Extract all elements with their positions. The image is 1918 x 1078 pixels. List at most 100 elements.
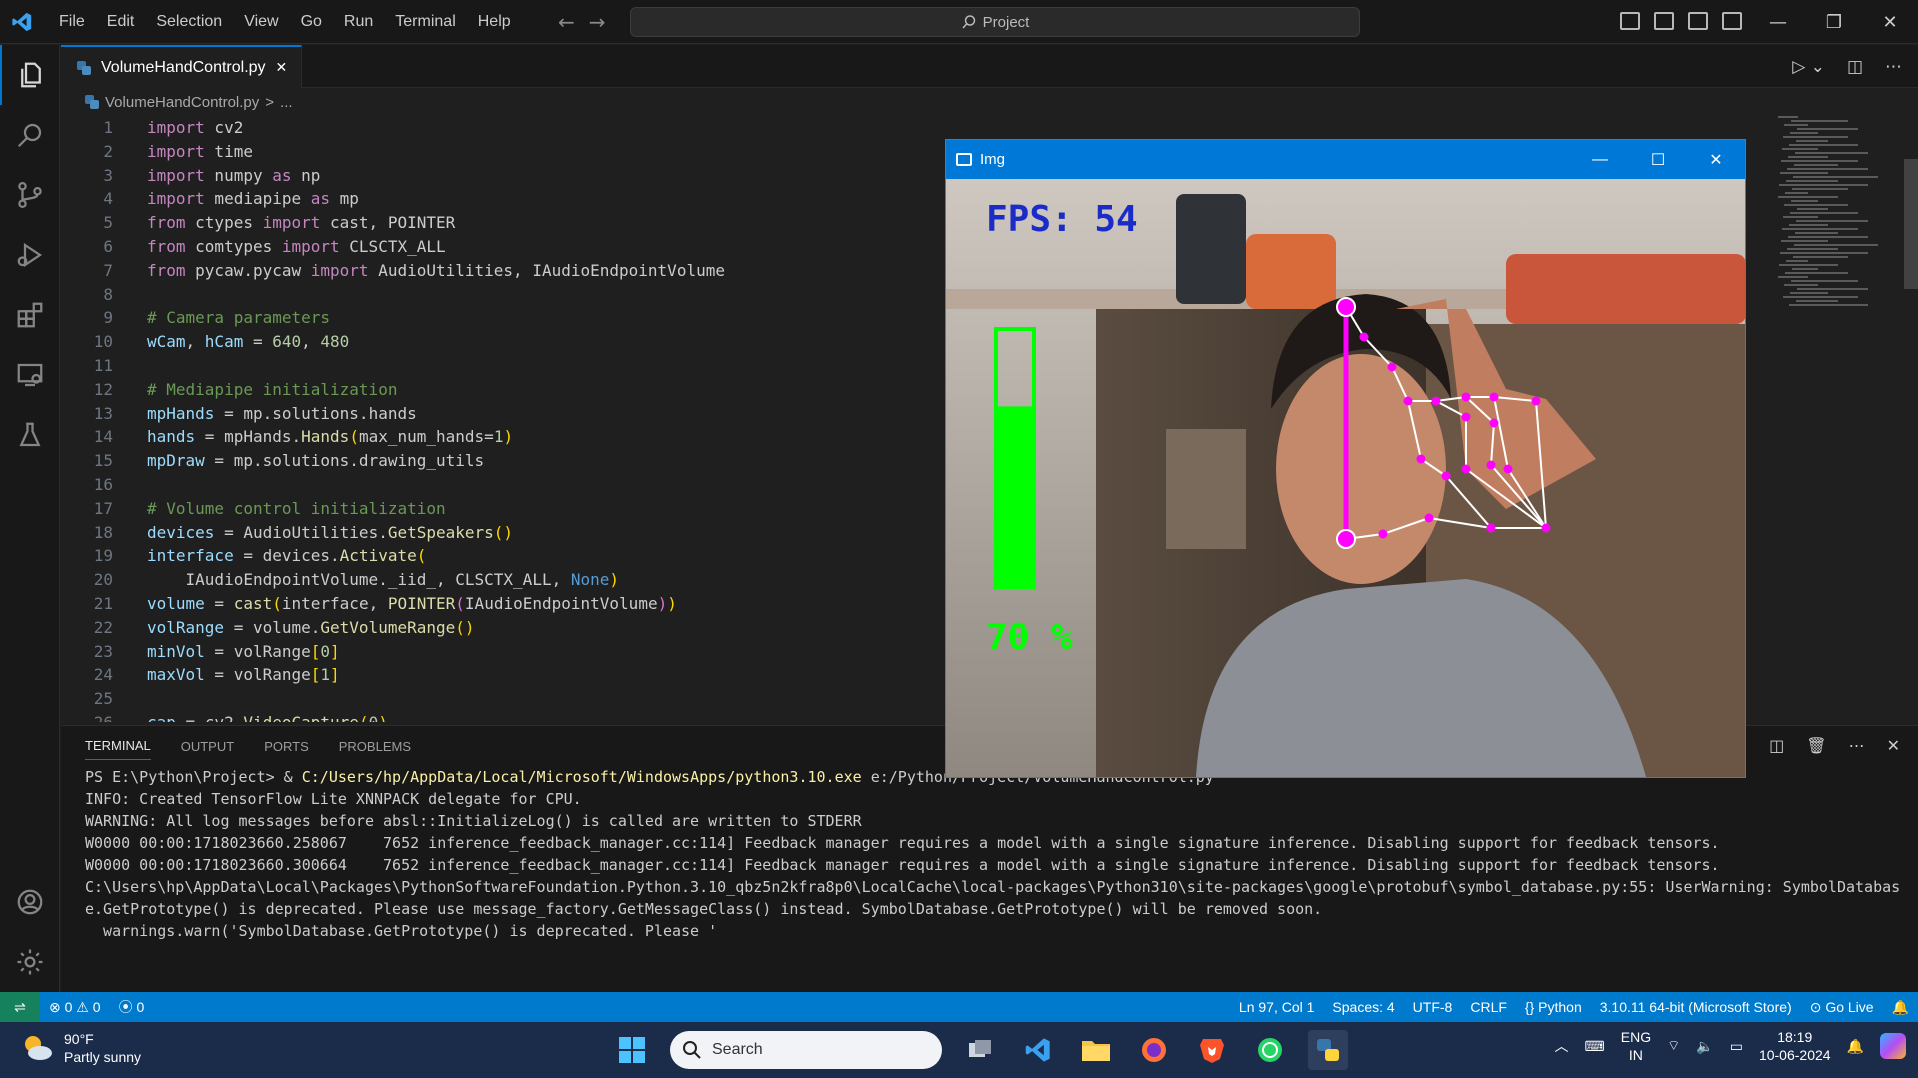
code-line[interactable]: 19 interface = devices.Activate( xyxy=(61,544,941,568)
clock[interactable]: 18:19 10-06-2024 xyxy=(1759,1028,1831,1064)
explorer-icon[interactable] xyxy=(0,45,60,105)
breadcrumb-file[interactable]: VolumeHandControl.py xyxy=(105,94,259,111)
menu-edit[interactable]: Edit xyxy=(96,0,146,44)
menu-file[interactable]: File xyxy=(48,0,96,44)
split-editor-icon[interactable]: ◫ xyxy=(1847,57,1863,77)
settings-gear-icon[interactable] xyxy=(0,932,60,992)
code-line[interactable]: 3 import numpy as np xyxy=(61,164,941,188)
extensions-icon[interactable] xyxy=(0,285,60,345)
panel-tab-ports[interactable]: PORTS xyxy=(264,739,309,754)
close-button[interactable]: ✕ xyxy=(1862,0,1918,44)
editor-scrollbar[interactable] xyxy=(1904,159,1918,289)
firefox-icon[interactable] xyxy=(1134,1030,1174,1070)
code-line[interactable]: 15 mpDraw = mp.solutions.drawing_utils xyxy=(61,449,941,473)
tab-close-icon[interactable]: ✕ xyxy=(276,59,288,76)
code-line[interactable]: 16 xyxy=(61,473,941,497)
minimize-button[interactable]: — xyxy=(1750,0,1806,44)
keyboard-icon[interactable]: ⌨ xyxy=(1585,1038,1605,1055)
code-line[interactable]: 24 maxVol = volRange[1] xyxy=(61,663,941,687)
command-center[interactable]: Project xyxy=(630,7,1360,37)
forward-arrow-icon[interactable]: → xyxy=(589,10,606,34)
tab-volumehandcontrol[interactable]: VolumeHandControl.py ✕ xyxy=(61,45,303,88)
menu-terminal[interactable]: Terminal xyxy=(384,0,466,44)
testing-icon[interactable] xyxy=(0,405,60,465)
code-line[interactable]: 10 wCam, hCam = 640, 480 xyxy=(61,330,941,354)
weather-widget[interactable]: 90°F Partly sunny xyxy=(20,1030,141,1066)
toggle-secondary-sidebar-icon[interactable] xyxy=(1688,12,1708,30)
code-line[interactable]: 18 devices = AudioUtilities.GetSpeakers() xyxy=(61,521,941,545)
cv-maximize-button[interactable]: ☐ xyxy=(1629,140,1687,179)
code-line[interactable]: 22 volRange = volume.GetVolumeRange() xyxy=(61,616,941,640)
whatsapp-icon[interactable] xyxy=(1250,1030,1290,1070)
toggle-sidebar-icon[interactable] xyxy=(1620,12,1640,30)
python-interpreter[interactable]: 3.10.11 64-bit (Microsoft Store) xyxy=(1591,999,1801,1015)
notifications-bell-icon[interactable]: 🔔 xyxy=(1883,999,1918,1016)
run-debug-icon[interactable] xyxy=(0,225,60,285)
toggle-panel-icon[interactable] xyxy=(1654,12,1674,30)
minimap[interactable] xyxy=(1778,116,1888,316)
code-line[interactable]: 6 from comtypes import CLSCTX_ALL xyxy=(61,235,941,259)
code-line[interactable]: 9 # Camera parameters xyxy=(61,306,941,330)
encoding[interactable]: UTF-8 xyxy=(1404,999,1462,1015)
restore-button[interactable]: ❐ xyxy=(1806,0,1862,44)
code-line[interactable]: 8 xyxy=(61,283,941,307)
run-file-icon[interactable]: ▷ ⌄ xyxy=(1792,57,1825,77)
code-line[interactable]: 5 from ctypes import cast, POINTER xyxy=(61,211,941,235)
battery-icon[interactable]: ▭ xyxy=(1730,1038,1743,1055)
accounts-icon[interactable] xyxy=(0,872,60,932)
panel-tab-terminal[interactable]: TERMINAL xyxy=(85,738,151,760)
cursor-position[interactable]: Ln 97, Col 1 xyxy=(1230,999,1324,1015)
language-indicator[interactable]: ENG IN xyxy=(1621,1028,1651,1064)
remote-indicator-icon[interactable]: ⇌ xyxy=(0,992,40,1022)
more-actions-icon[interactable]: ⋯ xyxy=(1885,57,1902,77)
menu-help[interactable]: Help xyxy=(467,0,522,44)
cv-minimize-button[interactable]: — xyxy=(1571,140,1629,179)
brave-icon[interactable] xyxy=(1192,1030,1232,1070)
go-live-button[interactable]: ⊙ Go Live xyxy=(1801,999,1883,1016)
task-view-icon[interactable] xyxy=(960,1030,1000,1070)
indentation[interactable]: Spaces: 4 xyxy=(1323,999,1403,1015)
python-taskbar-icon[interactable] xyxy=(1308,1030,1348,1070)
vscode-taskbar-icon[interactable] xyxy=(1018,1030,1058,1070)
back-arrow-icon[interactable]: ← xyxy=(558,10,575,34)
split-terminal-icon[interactable]: ◫ xyxy=(1769,736,1784,755)
ports-status[interactable]: ⦿ 0 xyxy=(110,997,154,1017)
line-ending[interactable]: CRLF xyxy=(1461,999,1516,1015)
code-line[interactable]: 1 import cv2 xyxy=(61,116,941,140)
problems-status[interactable]: ⊗ 0 ⚠ 0 xyxy=(40,999,110,1016)
code-line[interactable]: 12 # Mediapipe initialization xyxy=(61,378,941,402)
code-line[interactable]: 2 import time xyxy=(61,140,941,164)
close-panel-icon[interactable]: ✕ xyxy=(1887,736,1900,755)
remote-explorer-icon[interactable] xyxy=(0,345,60,405)
notification-bell-icon[interactable]: 🔔 xyxy=(1847,1038,1864,1055)
windows-start-icon[interactable] xyxy=(612,1030,652,1070)
code-line[interactable]: 7 from pycaw.pycaw import AudioUtilities,… xyxy=(61,259,941,283)
menu-view[interactable]: View xyxy=(233,0,289,44)
file-explorer-icon[interactable] xyxy=(1076,1030,1116,1070)
trash-icon[interactable]: 🗑 xyxy=(1806,736,1826,755)
copilot-icon[interactable] xyxy=(1880,1033,1906,1059)
code-line[interactable]: 20 IAudioEndpointVolume._iid_, CLSCTX_AL… xyxy=(61,568,941,592)
code-line[interactable]: 4 import mediapipe as mp xyxy=(61,187,941,211)
breadcrumb-symbol[interactable]: ... xyxy=(280,94,293,111)
code-line[interactable]: 26cap = cv2.VideoCapture(0) xyxy=(61,711,941,722)
wifi-icon[interactable]: ⌔ xyxy=(1667,1037,1680,1055)
code-line[interactable]: 11 xyxy=(61,354,941,378)
code-line[interactable]: 23 minVol = volRange[0] xyxy=(61,640,941,664)
terminal-output[interactable]: PS E:\Python\Project> & C:/Users/hp/AppD… xyxy=(61,766,1918,942)
cv-window-titlebar[interactable]: Img — ☐ ✕ xyxy=(946,140,1745,179)
language-mode[interactable]: {} Python xyxy=(1516,999,1591,1015)
taskbar-search[interactable]: Search xyxy=(670,1031,942,1069)
code-line[interactable]: 14 hands = mpHands.Hands(max_num_hands=1) xyxy=(61,425,941,449)
source-control-icon[interactable] xyxy=(0,165,60,225)
show-hidden-icons-icon[interactable]: ︿ xyxy=(1555,1036,1569,1056)
code-line[interactable]: 13 mpHands = mp.solutions.hands xyxy=(61,402,941,426)
panel-tab-output[interactable]: OUTPUT xyxy=(181,739,234,754)
code-line[interactable]: 21 volume = cast(interface, POINTER(IAudi… xyxy=(61,592,941,616)
cv-close-button[interactable]: ✕ xyxy=(1687,140,1745,179)
volume-icon[interactable]: 🔈 xyxy=(1696,1038,1713,1055)
more-actions-icon[interactable]: ⋯ xyxy=(1849,736,1865,755)
opencv-image-window[interactable]: Img — ☐ ✕ FPS: 54 70 % xyxy=(945,139,1746,778)
menu-selection[interactable]: Selection xyxy=(145,0,233,44)
panel-tab-problems[interactable]: PROBLEMS xyxy=(339,739,411,754)
